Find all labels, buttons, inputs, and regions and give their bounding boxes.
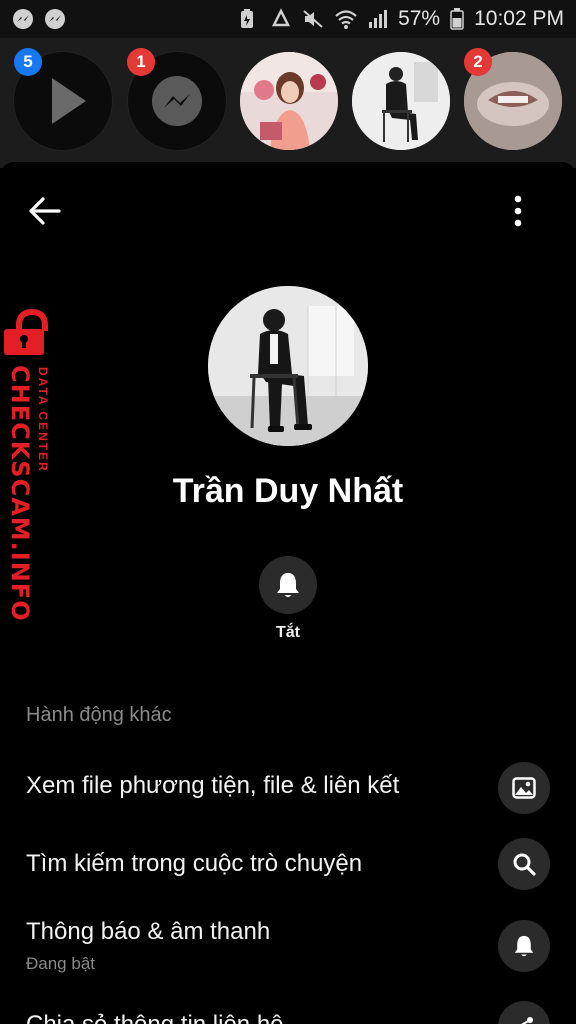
row-label: Tìm kiếm trong cuộc trò chuyện — [26, 850, 363, 877]
signal-icon — [366, 8, 388, 30]
image-icon-button[interactable] — [498, 762, 550, 814]
bell-icon — [514, 935, 534, 957]
more-actions-title: Hành động khác — [26, 704, 172, 726]
row-sublabel: Đang bật — [26, 954, 95, 973]
profile-avatar[interactable] — [208, 286, 368, 446]
contact-photo — [352, 52, 450, 150]
chat-details-sheet: Trần Duy Nhất Tắt Hành động khác Xem fil… — [0, 162, 576, 1024]
contact-photo — [240, 52, 338, 150]
unread-badge: 5 — [14, 48, 42, 76]
share-contact-row[interactable]: Chia sẻ thông tin liên hệ — [0, 997, 576, 1024]
watermark-main-text: CHECKSCAM.INFO — [6, 365, 34, 622]
mute-label: Tắt — [276, 624, 300, 641]
share-icon — [521, 1017, 533, 1024]
unread-badge: 1 — [127, 48, 155, 76]
search-icon-button[interactable] — [498, 838, 550, 890]
bell-icon — [277, 573, 299, 597]
unread-badge: 2 — [464, 48, 492, 76]
row-label: Thông báo & âm thanh — [26, 918, 271, 945]
status-bar: 57% 10:02 PM — [0, 0, 576, 38]
profile-photo — [208, 286, 368, 446]
clock: 10:02 PM — [474, 7, 564, 30]
row-label: Xem file phương tiện, file & liên kết — [26, 772, 400, 799]
back-button[interactable] — [24, 190, 66, 232]
wifi-icon — [334, 8, 357, 30]
watermark-sub-text: DATA CENTER — [36, 367, 50, 473]
contact-bubble-1[interactable] — [240, 52, 338, 150]
mute-button[interactable] — [259, 556, 317, 614]
battery-icon — [450, 8, 464, 30]
battery-saver-icon — [238, 8, 260, 30]
contact-bubble-2[interactable] — [352, 52, 450, 150]
recycle-icon — [270, 8, 292, 30]
bell-icon-button[interactable] — [498, 920, 550, 972]
profile-name: Trần Duy Nhất — [172, 472, 404, 510]
lock-icon — [4, 309, 48, 355]
chat-heads-strip: 5 1 2 — [0, 38, 576, 168]
more-vertical-icon — [514, 195, 522, 227]
view-media-row[interactable]: Xem file phương tiện, file & liên kết — [0, 752, 576, 822]
search-icon — [513, 853, 536, 876]
status-bar-right: 57% 10:02 PM — [238, 7, 564, 31]
mute-icon — [302, 8, 324, 30]
more-options-button[interactable] — [500, 192, 536, 230]
search-conversation-row[interactable]: Tìm kiếm trong cuộc trò chuyện — [0, 830, 576, 900]
row-label: Chia sẻ thông tin liên hệ — [26, 1011, 284, 1024]
share-icon-button[interactable] — [498, 1001, 550, 1024]
status-bar-left — [12, 8, 66, 30]
battery-percent: 57% — [398, 7, 441, 30]
messenger-icon — [12, 8, 34, 30]
watermark: CHECKSCAM.INFO DATA CENTER — [0, 305, 64, 622]
image-icon — [512, 777, 536, 799]
arrow-left-icon — [29, 197, 61, 225]
notifications-sounds-row[interactable]: Thông báo & âm thanh Đang bật — [0, 912, 576, 982]
messenger-icon — [44, 8, 66, 30]
